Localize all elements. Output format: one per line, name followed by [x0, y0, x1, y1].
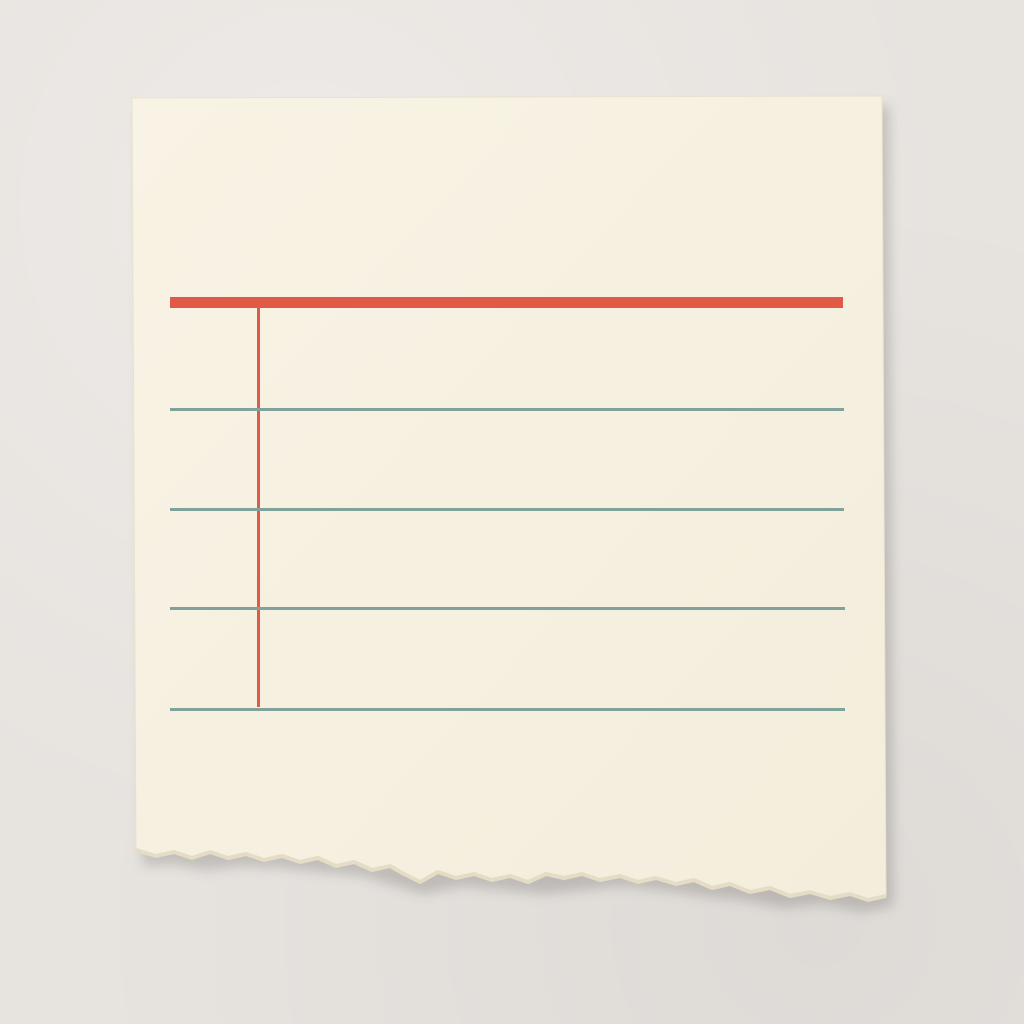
background-surface — [0, 0, 1024, 1024]
index-card — [131, 95, 893, 912]
margin-rule — [257, 308, 260, 707]
paper-sheet — [131, 95, 887, 901]
ruled-line — [170, 607, 845, 610]
ruled-line — [170, 508, 844, 511]
ruled-line — [170, 408, 844, 411]
ruled-line — [170, 708, 845, 711]
header-rule — [170, 297, 843, 308]
